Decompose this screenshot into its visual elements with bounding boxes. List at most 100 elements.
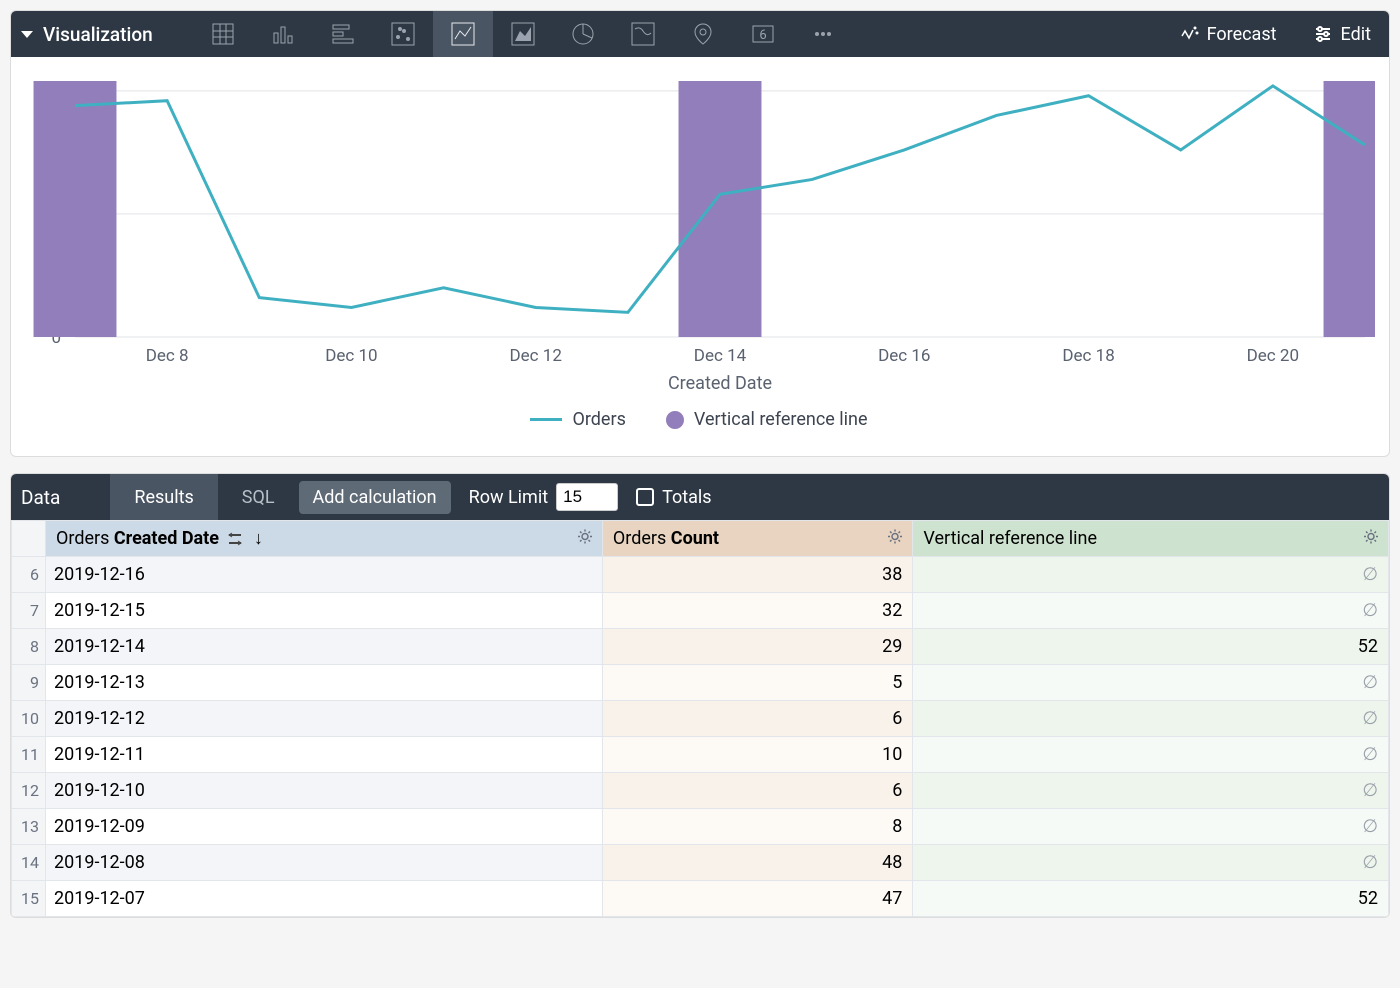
cell-date[interactable]: 2019-12-12 <box>46 701 603 737</box>
pie-vis-icon[interactable] <box>553 11 613 57</box>
cell-ref[interactable]: ∅ <box>913 665 1389 701</box>
cell-count[interactable]: 48 <box>602 845 912 881</box>
column-vis-icon[interactable] <box>253 11 313 57</box>
cell-date[interactable]: 2019-12-10 <box>46 773 603 809</box>
bar-vis-icon[interactable] <box>313 11 373 57</box>
col-header-count[interactable]: Orders Count <box>602 521 912 557</box>
cell-count[interactable]: 38 <box>602 557 912 593</box>
cell-date[interactable]: 2019-12-16 <box>46 557 603 593</box>
svg-text:Created Date: Created Date <box>668 373 772 394</box>
svg-text:Dec 10: Dec 10 <box>325 346 377 366</box>
cell-count[interactable]: 8 <box>602 809 912 845</box>
area-vis-icon[interactable] <box>493 11 553 57</box>
svg-text:Dec 18: Dec 18 <box>1062 346 1114 366</box>
col-header-date[interactable]: Orders Created Date ↓ <box>46 521 603 557</box>
row-number: 7 <box>12 593 46 629</box>
cell-date[interactable]: 2019-12-14 <box>46 629 603 665</box>
row-number: 15 <box>12 881 46 917</box>
cell-ref[interactable]: ∅ <box>913 737 1389 773</box>
row-number: 10 <box>12 701 46 737</box>
chart-svg: 02550Dec 8Dec 10Dec 12Dec 14Dec 16Dec 18… <box>15 69 1375 399</box>
add-calculation-button[interactable]: Add calculation <box>299 481 451 514</box>
col-header-ref[interactable]: Vertical reference line <box>913 521 1389 557</box>
legend-dot-icon <box>666 411 684 429</box>
table-body: 62019-12-1638∅72019-12-1532∅82019-12-142… <box>12 557 1389 917</box>
row-limit-input[interactable] <box>556 483 618 511</box>
data-table: Orders Created Date ↓ Orders Count Verti… <box>11 520 1389 917</box>
cell-ref[interactable]: ∅ <box>913 809 1389 845</box>
data-panel: Data Results SQL Add calculation Row Lim… <box>10 473 1390 918</box>
gear-icon[interactable] <box>1362 527 1380 550</box>
cell-date[interactable]: 2019-12-09 <box>46 809 603 845</box>
table-row: 152019-12-074752 <box>12 881 1389 917</box>
cell-count[interactable]: 6 <box>602 701 912 737</box>
visualization-panel: Visualization 6 Forecast Edit 02550Dec 8… <box>10 10 1390 457</box>
cell-ref[interactable]: ∅ <box>913 593 1389 629</box>
svg-text:Dec 20: Dec 20 <box>1247 346 1299 366</box>
cell-ref[interactable]: 52 <box>913 629 1389 665</box>
cell-ref[interactable]: ∅ <box>913 701 1389 737</box>
cell-ref[interactable]: ∅ <box>913 845 1389 881</box>
svg-text:Dec 16: Dec 16 <box>878 346 930 366</box>
row-limit: Row Limit <box>469 483 618 511</box>
cell-date[interactable]: 2019-12-11 <box>46 737 603 773</box>
legend-orders-label: Orders <box>572 409 625 430</box>
col-header-date-prefix: Orders <box>56 528 114 549</box>
row-number: 12 <box>12 773 46 809</box>
table-row: 92019-12-135∅ <box>12 665 1389 701</box>
tab-results[interactable]: Results <box>110 474 217 520</box>
cell-count[interactable]: 47 <box>602 881 912 917</box>
forecast-label: Forecast <box>1207 24 1277 45</box>
svg-text:Dec 8: Dec 8 <box>146 346 189 366</box>
svg-text:Dec 14: Dec 14 <box>694 346 747 366</box>
cell-ref[interactable]: ∅ <box>913 773 1389 809</box>
row-number: 8 <box>12 629 46 665</box>
cell-date[interactable]: 2019-12-13 <box>46 665 603 701</box>
tab-sql[interactable]: SQL <box>218 474 299 520</box>
table-row: 132019-12-098∅ <box>12 809 1389 845</box>
pivot-icon <box>227 532 243 546</box>
table-row: 82019-12-142952 <box>12 629 1389 665</box>
legend-ref[interactable]: Vertical reference line <box>666 409 868 430</box>
cell-count[interactable]: 10 <box>602 737 912 773</box>
map-vis-icon[interactable] <box>613 11 673 57</box>
cell-date[interactable]: 2019-12-08 <box>46 845 603 881</box>
row-number: 13 <box>12 809 46 845</box>
table-row: 62019-12-1638∅ <box>12 557 1389 593</box>
totals-label: Totals <box>662 487 711 508</box>
legend-orders[interactable]: Orders <box>530 409 625 430</box>
cell-date[interactable]: 2019-12-07 <box>46 881 603 917</box>
scatter-vis-icon[interactable] <box>373 11 433 57</box>
location-vis-icon[interactable] <box>673 11 733 57</box>
data-title: Data <box>21 486 60 509</box>
vis-type-icons: 6 <box>193 11 853 57</box>
cell-count[interactable]: 6 <box>602 773 912 809</box>
row-number: 9 <box>12 665 46 701</box>
visualization-title: Visualization <box>43 23 153 46</box>
gear-icon[interactable] <box>886 527 904 550</box>
edit-label: Edit <box>1341 24 1371 45</box>
cell-count[interactable]: 29 <box>602 629 912 665</box>
table-row: 112019-12-1110∅ <box>12 737 1389 773</box>
table-vis-icon[interactable] <box>193 11 253 57</box>
cell-ref[interactable]: 52 <box>913 881 1389 917</box>
row-number: 11 <box>12 737 46 773</box>
data-bar: Data Results SQL Add calculation Row Lim… <box>11 474 1389 520</box>
totals-checkbox[interactable] <box>636 488 654 506</box>
col-header-ref-label: Vertical reference line <box>923 528 1097 549</box>
single-value-vis-icon[interactable]: 6 <box>733 11 793 57</box>
cell-ref[interactable]: ∅ <box>913 557 1389 593</box>
table-row: 142019-12-0848∅ <box>12 845 1389 881</box>
row-number: 6 <box>12 557 46 593</box>
edit-button[interactable]: Edit <box>1295 24 1389 45</box>
gear-icon[interactable] <box>576 527 594 550</box>
line-vis-icon[interactable] <box>433 11 493 57</box>
cell-count[interactable]: 5 <box>602 665 912 701</box>
more-vis-icon[interactable] <box>793 11 853 57</box>
cell-count[interactable]: 32 <box>602 593 912 629</box>
cell-date[interactable]: 2019-12-15 <box>46 593 603 629</box>
totals-toggle[interactable]: Totals <box>636 487 711 508</box>
forecast-button[interactable]: Forecast <box>1161 24 1295 45</box>
table-row: 102019-12-126∅ <box>12 701 1389 737</box>
collapse-caret-icon[interactable] <box>21 31 33 38</box>
